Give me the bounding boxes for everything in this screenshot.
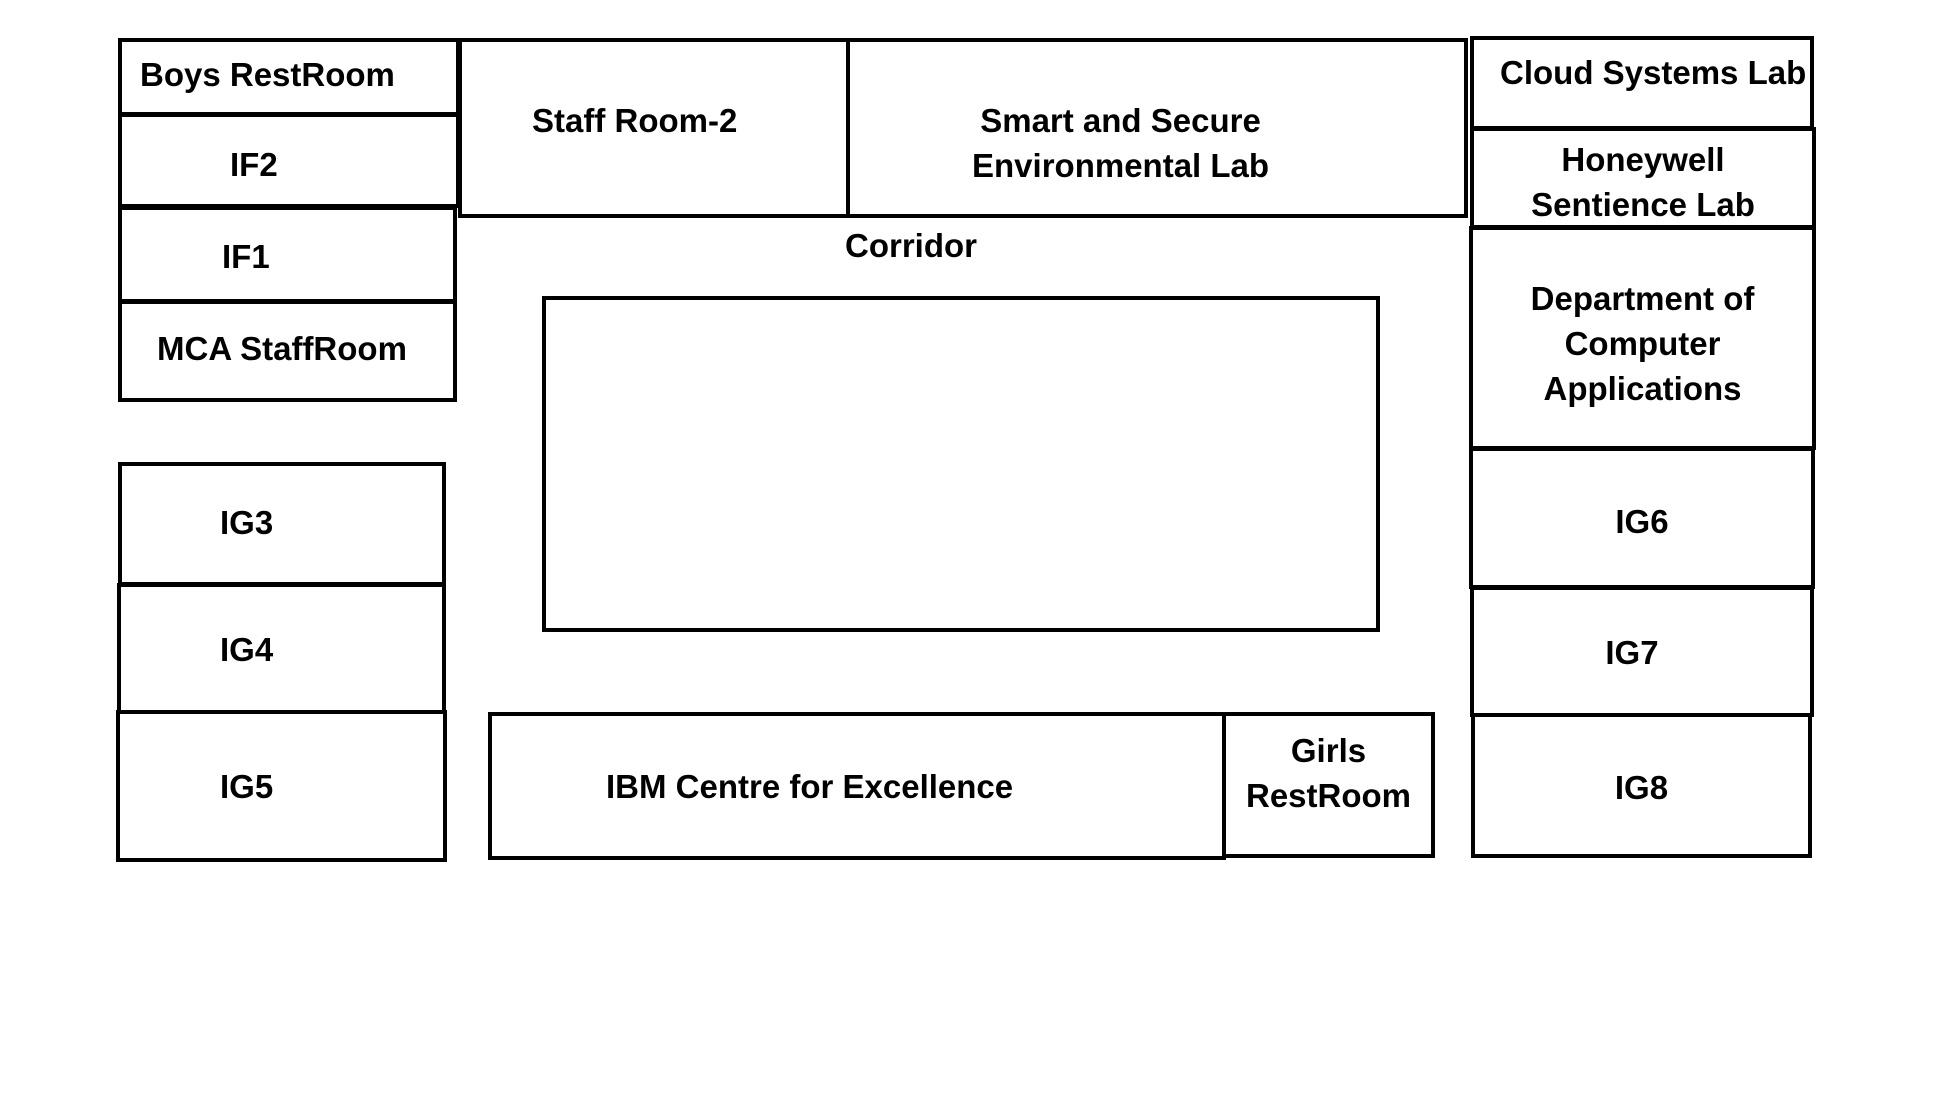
room-label: IBM Centre for Excellence	[606, 768, 1014, 805]
room-label: Department of Computer Applications	[1530, 280, 1755, 407]
room-label: MCA StaffRoom	[157, 330, 407, 367]
room-label: IG6	[1615, 503, 1669, 540]
room-ig8: IG8	[1471, 713, 1812, 858]
room-label: IF1	[222, 238, 270, 275]
room-label: IG7	[1605, 634, 1659, 671]
room-label: IG4	[220, 631, 274, 668]
room-label: Honeywell Sentience Lab	[1531, 141, 1755, 223]
room-label: Staff Room-2	[532, 102, 738, 139]
corridor-label: Corridor	[845, 227, 977, 264]
room-ig6: IG6	[1469, 447, 1815, 589]
room-boys-restroom: Boys RestRoom	[118, 38, 460, 116]
room-label: Cloud Systems Lab	[1500, 54, 1807, 91]
room-staff-room-2: Staff Room-2	[458, 38, 850, 218]
room-label: IF2	[230, 146, 278, 183]
room-ig7: IG7	[1470, 586, 1814, 717]
room-if1: IF1	[118, 206, 457, 303]
floor-plan: Boys RestRoom IF2 IF1 MCA StaffRoom IG3 …	[0, 0, 1958, 1106]
room-ibm-centre-for-excellence: IBM Centre for Excellence	[488, 712, 1226, 860]
room-honeywell-sentience-lab: Honeywell Sentience Lab	[1470, 127, 1816, 229]
room-label: Boys RestRoom	[140, 56, 395, 93]
room-cloud-systems-lab: Cloud Systems Lab	[1470, 36, 1814, 130]
room-ig5: IG5	[116, 710, 447, 862]
room-label: Girls RestRoom	[1245, 732, 1412, 814]
central-courtyard	[542, 296, 1380, 632]
room-girls-restroom: Girls RestRoom	[1222, 712, 1435, 858]
room-mca-staffroom: MCA StaffRoom	[118, 300, 457, 402]
room-label: IG8	[1614, 769, 1669, 806]
room-label: Smart and Secure Environmental Lab	[972, 102, 1270, 184]
room-ig4: IG4	[117, 583, 446, 714]
room-if2: IF2	[118, 113, 460, 208]
room-label: IG3	[220, 504, 274, 541]
room-ig3: IG3	[118, 462, 446, 586]
room-smart-secure-environmental-lab: Smart and Secure Environmental Lab	[846, 38, 1468, 218]
room-department-of-computer-applications: Department of Computer Applications	[1469, 226, 1816, 450]
room-label: IG5	[220, 768, 274, 805]
